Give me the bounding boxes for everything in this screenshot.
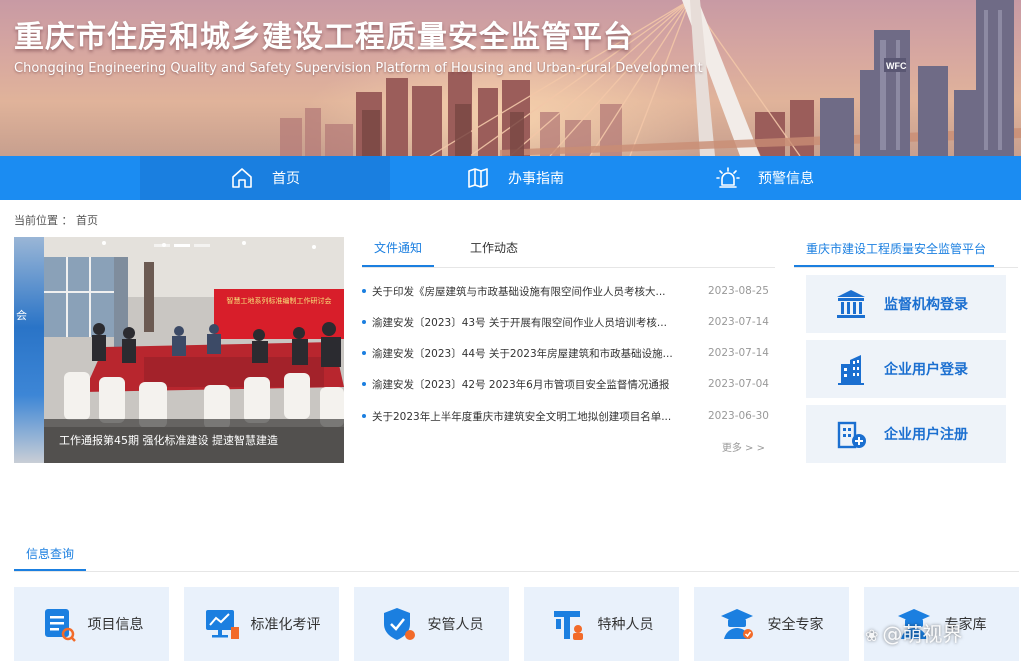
news-title[interactable]: 关于2023年上半年度重庆市建筑安全文明工地拟创建项目名单... <box>372 409 672 424</box>
bullet-icon <box>362 414 366 418</box>
nav-item-home[interactable]: 首页 <box>140 156 390 200</box>
main-nav: 首页 办事指南 预警信息 <box>0 156 1021 200</box>
enterprise-login-button[interactable]: 企业用户登录 <box>806 340 1006 398</box>
breadcrumb-current[interactable]: 首页 <box>76 214 98 227</box>
svg-text:WFC: WFC <box>886 61 907 71</box>
carousel-dot[interactable] <box>154 244 170 247</box>
nav-item-alerts[interactable]: 预警信息 <box>640 156 890 200</box>
tab-work-updates[interactable]: 工作动态 <box>470 239 518 256</box>
supervision-login-label: 监督机构登录 <box>884 297 968 313</box>
prev-slide-text: 会 <box>16 309 27 322</box>
enterprise-register-button[interactable]: 企业用户注册 <box>806 405 1006 463</box>
tile-label: 安管人员 <box>427 617 484 633</box>
tile-label: 特种人员 <box>597 617 654 633</box>
nav-item-guide[interactable]: 办事指南 <box>390 156 640 200</box>
news-list-item[interactable]: 渝建安发〔2023〕43号 关于开展有限空间作业人员培训考核... 2023-0… <box>362 314 775 330</box>
bullet-icon <box>362 351 366 355</box>
tile-safety-experts[interactable]: 安全专家 <box>694 587 849 661</box>
breadcrumb: 当前位置 ： 首页 <box>14 212 98 228</box>
site-title: 重庆市住房和城乡建设工程质量安全监管平台 <box>14 20 634 55</box>
header-banner: WFC 重庆市住房和城乡建设工程质量安全监管平台 Chongqing Engin… <box>0 0 1021 156</box>
evaluation-icon <box>205 610 239 639</box>
news-date: 2023-07-14 <box>707 347 769 359</box>
site-subtitle: Chongqing Engineering Quality and Safety… <box>14 61 703 76</box>
news-title[interactable]: 渝建安发〔2023〕44号 关于2023年房屋建筑和市政基础设施... <box>372 346 672 361</box>
tile-label: 项目信息 <box>87 617 144 633</box>
news-list-item[interactable]: 渝建安发〔2023〕42号 2023年6月市管项目安全监督情况通报 2023-0… <box>362 376 775 392</box>
tile-label: 安全专家 <box>767 617 824 633</box>
news-list-item[interactable]: 关于2023年上半年度重庆市建筑安全文明工地拟创建项目名单... 2023-06… <box>362 408 775 424</box>
query-tab-underline <box>14 569 86 571</box>
bullet-icon <box>362 382 366 386</box>
home-icon <box>232 168 252 188</box>
bullet-icon <box>362 289 366 293</box>
tab-notices[interactable]: 文件通知 <box>361 239 435 267</box>
tile-safety-managers[interactable]: 安管人员 <box>354 587 509 661</box>
safety-manager-icon <box>383 608 415 640</box>
carousel-prev-slide[interactable]: 会 <box>14 237 44 463</box>
tile-special-workers[interactable]: 特种人员 <box>524 587 679 661</box>
tile-label: 标准化考评 <box>250 617 321 633</box>
news-list-item[interactable]: 渝建安发〔2023〕44号 关于2023年房屋建筑和市政基础设施... 2023… <box>362 345 775 361</box>
query-tabs: 信息查询 <box>14 540 1019 572</box>
meeting-banner-text: 智慧工地系列标准编制工作研讨会 <box>227 296 332 305</box>
watermark-text: @萌视界 <box>882 622 963 646</box>
nav-label: 首页 <box>272 171 300 187</box>
nav-label: 预警信息 <box>758 171 814 187</box>
news-date: 2023-07-04 <box>707 378 769 390</box>
breadcrumb-prefix: 当前位置 ： <box>14 214 73 227</box>
panel-header: 重庆市建设工程质量安全监管平台 <box>794 237 1018 268</box>
map-icon <box>468 168 488 188</box>
enterprise-login-label: 企业用户登录 <box>884 362 968 378</box>
news-date: 2023-06-30 <box>707 410 769 422</box>
safety-expert-icon <box>720 609 753 639</box>
news-list-item[interactable]: 关于印发《房屋建筑与市政基础设施有限空间作业人员考核大... 2023-08-2… <box>362 283 775 299</box>
news-section: 文件通知 工作动态 关于印发《房屋建筑与市政基础设施有限空间作业人员考核大...… <box>361 237 775 467</box>
platform-panel: 重庆市建设工程质量安全监管平台 监督机构登录 企业用户登录 企业用户注册 <box>794 237 1018 467</box>
news-title[interactable]: 关于印发《房屋建筑与市政基础设施有限空间作业人员考核大... <box>372 284 672 299</box>
register-icon <box>837 421 866 449</box>
carousel-dot-active[interactable] <box>174 244 190 247</box>
paw-icon: ❀ <box>865 626 879 645</box>
news-date: 2023-08-25 <box>707 285 769 297</box>
project-info-icon <box>44 609 76 642</box>
tile-standard-evaluation[interactable]: 标准化考评 <box>184 587 339 661</box>
watermark: ❀ @萌视界 <box>865 618 962 647</box>
tab-info-query[interactable]: 信息查询 <box>26 545 74 562</box>
alarm-icon <box>716 167 740 188</box>
news-tabs: 文件通知 工作动态 <box>361 237 775 268</box>
tile-project-info[interactable]: 项目信息 <box>14 587 169 661</box>
carousel-dot[interactable] <box>194 244 210 247</box>
carousel-dots <box>154 244 210 247</box>
news-title[interactable]: 渝建安发〔2023〕43号 关于开展有限空间作业人员培训考核... <box>372 315 672 330</box>
institution-icon <box>837 290 865 318</box>
special-worker-icon <box>553 611 583 640</box>
panel-title: 重庆市建设工程质量安全监管平台 <box>806 242 987 256</box>
news-title[interactable]: 渝建安发〔2023〕42号 2023年6月市管项目安全监督情况通报 <box>372 377 672 392</box>
more-link[interactable]: 更多 > > <box>722 439 765 454</box>
enterprise-register-label: 企业用户注册 <box>884 427 968 443</box>
news-carousel[interactable]: 会 智慧工地系列标准编制工作研讨会 工作通报第45期 强化标准建设 提速智慧建造 <box>14 237 344 463</box>
carousel-caption[interactable]: 工作通报第45期 强化标准建设 提速智慧建造 <box>44 419 344 463</box>
panel-title-underline <box>794 265 994 267</box>
news-date: 2023-07-14 <box>707 316 769 328</box>
building-icon <box>838 355 864 385</box>
supervision-login-button[interactable]: 监督机构登录 <box>806 275 1006 333</box>
bullet-icon <box>362 320 366 324</box>
nav-label: 办事指南 <box>508 171 564 187</box>
